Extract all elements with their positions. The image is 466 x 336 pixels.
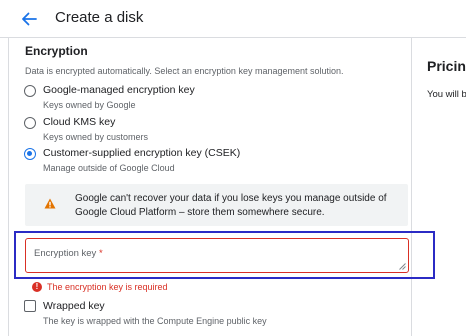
radio-label: Cloud KMS key: [43, 116, 116, 128]
arrow-left-icon: [22, 12, 37, 26]
encryption-key-placeholder: Encryption key *: [34, 248, 103, 259]
pricing-panel: Pricing You will be billed: [412, 38, 466, 336]
warning-banner: Google can't recover your data if you lo…: [25, 184, 408, 226]
radio-label: Google-managed encryption key: [43, 84, 195, 96]
warning-text: Google can't recover your data if you lo…: [75, 193, 387, 218]
encryption-title: Encryption: [25, 44, 88, 58]
placeholder-text: Encryption key: [34, 248, 97, 259]
radio-sublabel: Keys owned by customers: [43, 132, 149, 142]
encryption-key-input[interactable]: Encryption key *: [25, 238, 409, 273]
wrapped-key-checkbox[interactable]: [24, 300, 36, 312]
warning-icon: [44, 198, 56, 209]
wrapped-key-sublabel: The key is wrapped with the Compute Engi…: [43, 316, 267, 326]
radio-sublabel: Manage outside of Google Cloud: [43, 163, 175, 173]
required-asterisk: *: [98, 248, 103, 259]
error-text: The encryption key is required: [47, 282, 168, 292]
left-divider: [8, 38, 9, 336]
radio-button[interactable]: [24, 117, 36, 129]
pricing-title: Pricing: [427, 58, 466, 74]
pricing-text: You will be billed: [427, 89, 466, 100]
resize-handle-icon[interactable]: [398, 262, 406, 270]
radio-button[interactable]: [24, 85, 36, 97]
page-title: Create a disk: [55, 9, 144, 26]
page-header: Create a disk: [0, 0, 466, 38]
radio-sublabel: Keys owned by Google: [43, 100, 136, 110]
back-button[interactable]: [18, 8, 40, 30]
wrapped-key-label: Wrapped key: [43, 300, 105, 312]
error-icon: !: [32, 282, 42, 292]
radio-label: Customer-supplied encryption key (CSEK): [43, 147, 241, 159]
encryption-description: Data is encrypted automatically. Select …: [25, 66, 344, 76]
radio-button-selected[interactable]: [24, 148, 36, 160]
